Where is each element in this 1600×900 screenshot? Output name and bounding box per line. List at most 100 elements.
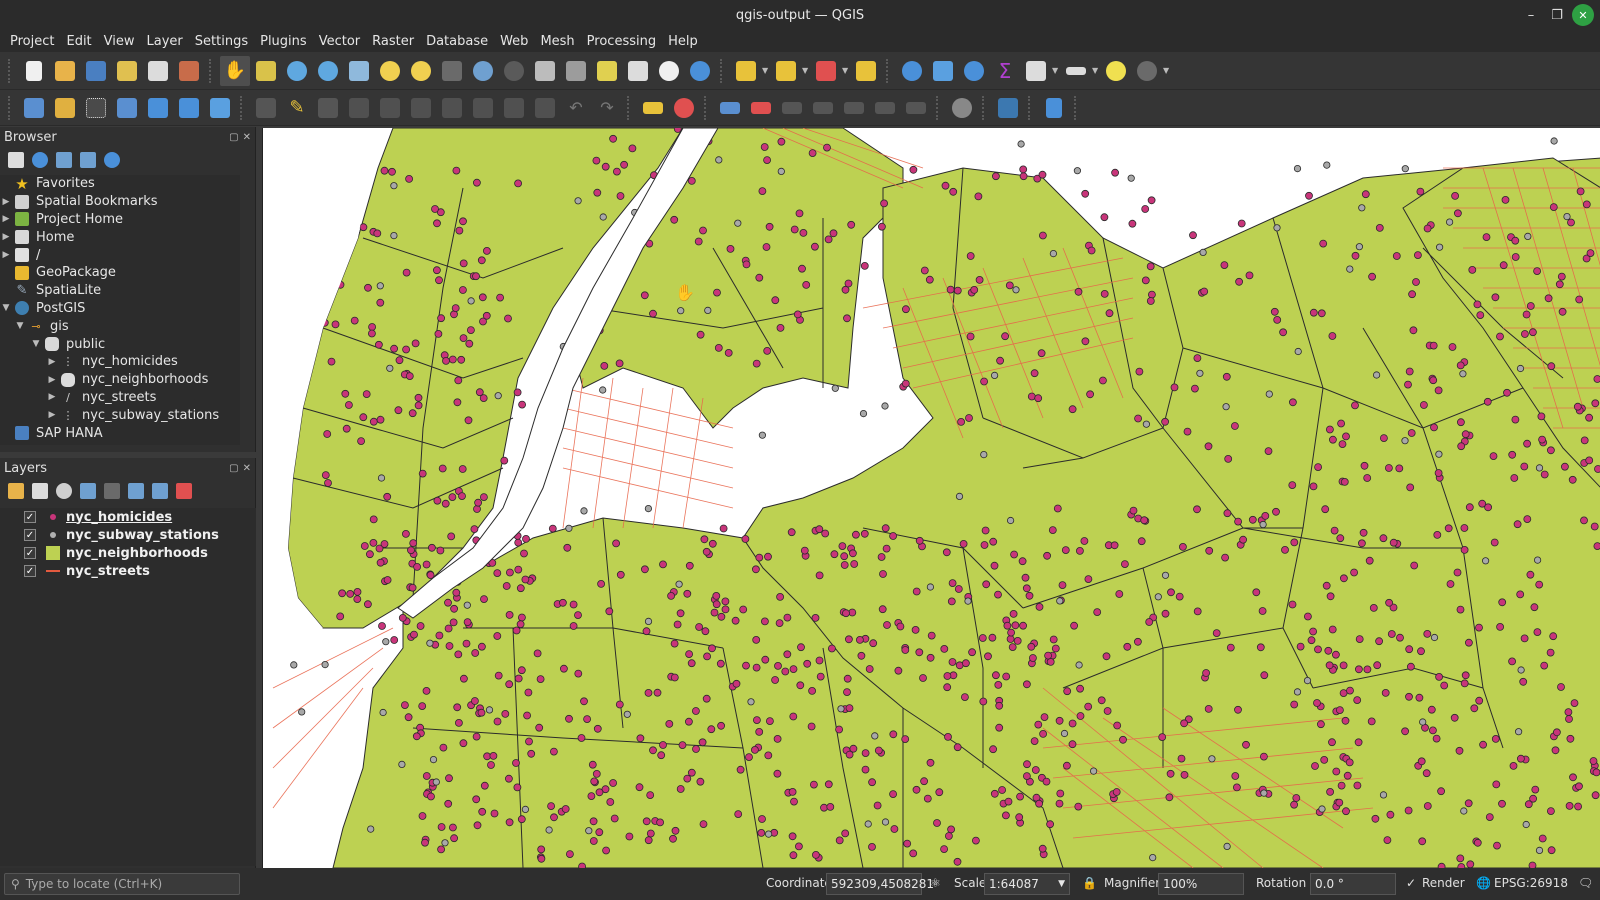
maximize-icon[interactable]: ❐ (1546, 4, 1568, 26)
save-project-icon[interactable] (81, 56, 111, 86)
copy-features-icon[interactable] (499, 93, 529, 123)
zoom-last-icon[interactable] (499, 56, 529, 86)
locator-search-input[interactable]: ⚲ Type to locate (Ctrl+K) (4, 873, 240, 895)
diagram-options-icon[interactable] (669, 93, 699, 123)
chevron-down-icon[interactable]: ▼ (1052, 66, 1060, 75)
float-panel-icon[interactable]: ▢ (229, 463, 238, 474)
layer-visibility-checkbox[interactable]: ✓ (24, 547, 36, 559)
layer-visibility-checkbox[interactable]: ✓ (24, 529, 36, 541)
layer-labeling-icon[interactable] (715, 93, 745, 123)
add-vector-tile-icon[interactable] (205, 93, 235, 123)
menu-vector[interactable]: Vector (313, 34, 366, 49)
tree-item-project-home[interactable]: ▶ Project Home (0, 211, 240, 229)
menu-database[interactable]: Database (420, 34, 494, 49)
menu-help[interactable]: Help (662, 34, 704, 49)
toolbar-grip[interactable] (1074, 95, 1080, 120)
toolbar-grip[interactable] (209, 58, 215, 83)
new-project-icon[interactable] (19, 56, 49, 86)
open-table-icon[interactable] (1021, 56, 1051, 86)
zoom-full-icon[interactable] (375, 56, 405, 86)
remove-layer-icon[interactable] (176, 483, 192, 499)
filter-by-expression-icon[interactable] (104, 483, 120, 499)
close-icon[interactable]: ✕ (1572, 4, 1594, 26)
help-icon[interactable] (1039, 93, 1069, 123)
chevron-down-icon[interactable]: ▼ (1092, 66, 1100, 75)
menu-processing[interactable]: Processing (581, 34, 662, 49)
toggle-extents-icon[interactable]: ⚛ (930, 876, 941, 890)
tree-item-spatial-bookmarks[interactable]: ▶ Spatial Bookmarks (0, 193, 240, 211)
filter-icon[interactable] (56, 152, 72, 168)
toolbar-grip[interactable] (1028, 95, 1034, 120)
new-map-view-icon[interactable] (530, 56, 560, 86)
chevron-right-icon[interactable]: ▶ (0, 197, 12, 207)
chevron-down-icon[interactable]: ▼ (762, 66, 770, 75)
lock-scale-icon[interactable]: 🔒 (1082, 876, 1097, 890)
menu-view[interactable]: View (98, 34, 141, 49)
vertex-tool-icon[interactable] (375, 93, 405, 123)
tree-item-geopackage[interactable]: GeoPackage (0, 264, 240, 282)
toolbar-grip[interactable] (627, 95, 633, 120)
menu-raster[interactable]: Raster (366, 34, 420, 49)
save-as-icon[interactable] (112, 56, 142, 86)
zoom-to-layer-icon[interactable] (468, 56, 498, 86)
attribute-table-icon[interactable] (928, 56, 958, 86)
cut-features-icon[interactable] (468, 93, 498, 123)
manage-themes-eye-icon[interactable] (56, 483, 72, 499)
save-edits-icon[interactable] (313, 93, 343, 123)
close-panel-icon[interactable]: ✕ (243, 132, 251, 143)
add-group-icon[interactable] (32, 483, 48, 499)
chevron-right-icon[interactable]: ▶ (0, 232, 12, 242)
actions-gear-icon[interactable] (1132, 56, 1162, 86)
deselect-all-icon[interactable] (811, 56, 841, 86)
chevron-right-icon[interactable]: ▶ (46, 357, 58, 367)
chevron-right-icon[interactable]: ▶ (0, 250, 12, 260)
chevron-down-icon[interactable]: ▼ (1058, 879, 1065, 889)
processing-toolbox-icon[interactable] (959, 56, 989, 86)
statistics-icon[interactable]: Σ (990, 56, 1020, 86)
zoom-rubber-band-icon[interactable] (344, 56, 374, 86)
new-layer-icon[interactable] (50, 93, 80, 123)
temp-scratch-layer-icon[interactable] (81, 93, 111, 123)
tree-item-nyc-homicides[interactable]: ▶ ⋮ nyc_homicides (0, 353, 240, 371)
toolbar-grip[interactable] (8, 95, 14, 120)
add-virtual-layer-icon[interactable] (143, 93, 173, 123)
toolbar-grip[interactable] (704, 95, 710, 120)
zoom-out-icon[interactable] (313, 56, 343, 86)
chevron-right-icon[interactable]: ▶ (46, 410, 58, 420)
tree-item-nyc-streets[interactable]: ▶ ∕ nyc_streets (0, 389, 240, 407)
tree-item-gis[interactable]: ▼ ⊸ gis (0, 317, 240, 335)
tree-item-nyc-subway-stations[interactable]: ▶ ⋮ nyc_subway_stations (0, 406, 240, 424)
tree-item-favorites[interactable]: ★ Favorites (0, 175, 240, 193)
tree-item-sap-hana[interactable]: SAP HANA (0, 424, 240, 442)
open-project-icon[interactable] (50, 56, 80, 86)
crs-globe-icon[interactable]: 🌐 (1476, 876, 1491, 890)
toolbar-grip[interactable] (720, 58, 726, 83)
menu-settings[interactable]: Settings (189, 34, 254, 49)
toolbar-grip[interactable] (886, 58, 892, 83)
tree-item-spatialite[interactable]: ✎ SpatiaLite (0, 282, 240, 300)
measure-line-icon[interactable] (1061, 56, 1091, 86)
menu-layer[interactable]: Layer (141, 34, 189, 49)
data-source-manager-icon[interactable] (19, 93, 49, 123)
tree-item-nyc-neighborhoods[interactable]: ▶ nyc_neighborhoods (0, 371, 240, 389)
undo-icon[interactable]: ↶ (561, 93, 591, 123)
map-tips-icon[interactable] (1101, 56, 1131, 86)
show-hide-labels-icon[interactable] (808, 93, 838, 123)
toolbar-grip[interactable] (982, 95, 988, 120)
select-features-icon[interactable] (731, 56, 761, 86)
toggle-editing-pencil-icon[interactable]: ✎ (282, 93, 312, 123)
layer-row-nyc-streets[interactable]: ✓ nyc_streets (0, 562, 256, 580)
minimize-icon[interactable]: – (1520, 4, 1542, 26)
layer-row-nyc-neighborhoods[interactable]: ✓ nyc_neighborhoods (0, 544, 256, 562)
label-toolbar-icon[interactable] (638, 93, 668, 123)
info-icon[interactable] (104, 152, 120, 168)
layer-visibility-checkbox[interactable]: ✓ (24, 565, 36, 577)
refresh-icon[interactable] (685, 56, 715, 86)
toolbar-grip[interactable] (8, 58, 14, 83)
crs-label[interactable]: EPSG:26918 (1494, 876, 1568, 890)
current-edits-icon[interactable] (251, 93, 281, 123)
layer-row-nyc-subway-stations[interactable]: ✓ nyc_subway_stations (0, 526, 256, 544)
map-canvas[interactable]: ✋ (262, 128, 1600, 868)
chevron-down-icon[interactable]: ▼ (1163, 66, 1171, 75)
chevron-down-icon[interactable]: ▼ (842, 66, 850, 75)
